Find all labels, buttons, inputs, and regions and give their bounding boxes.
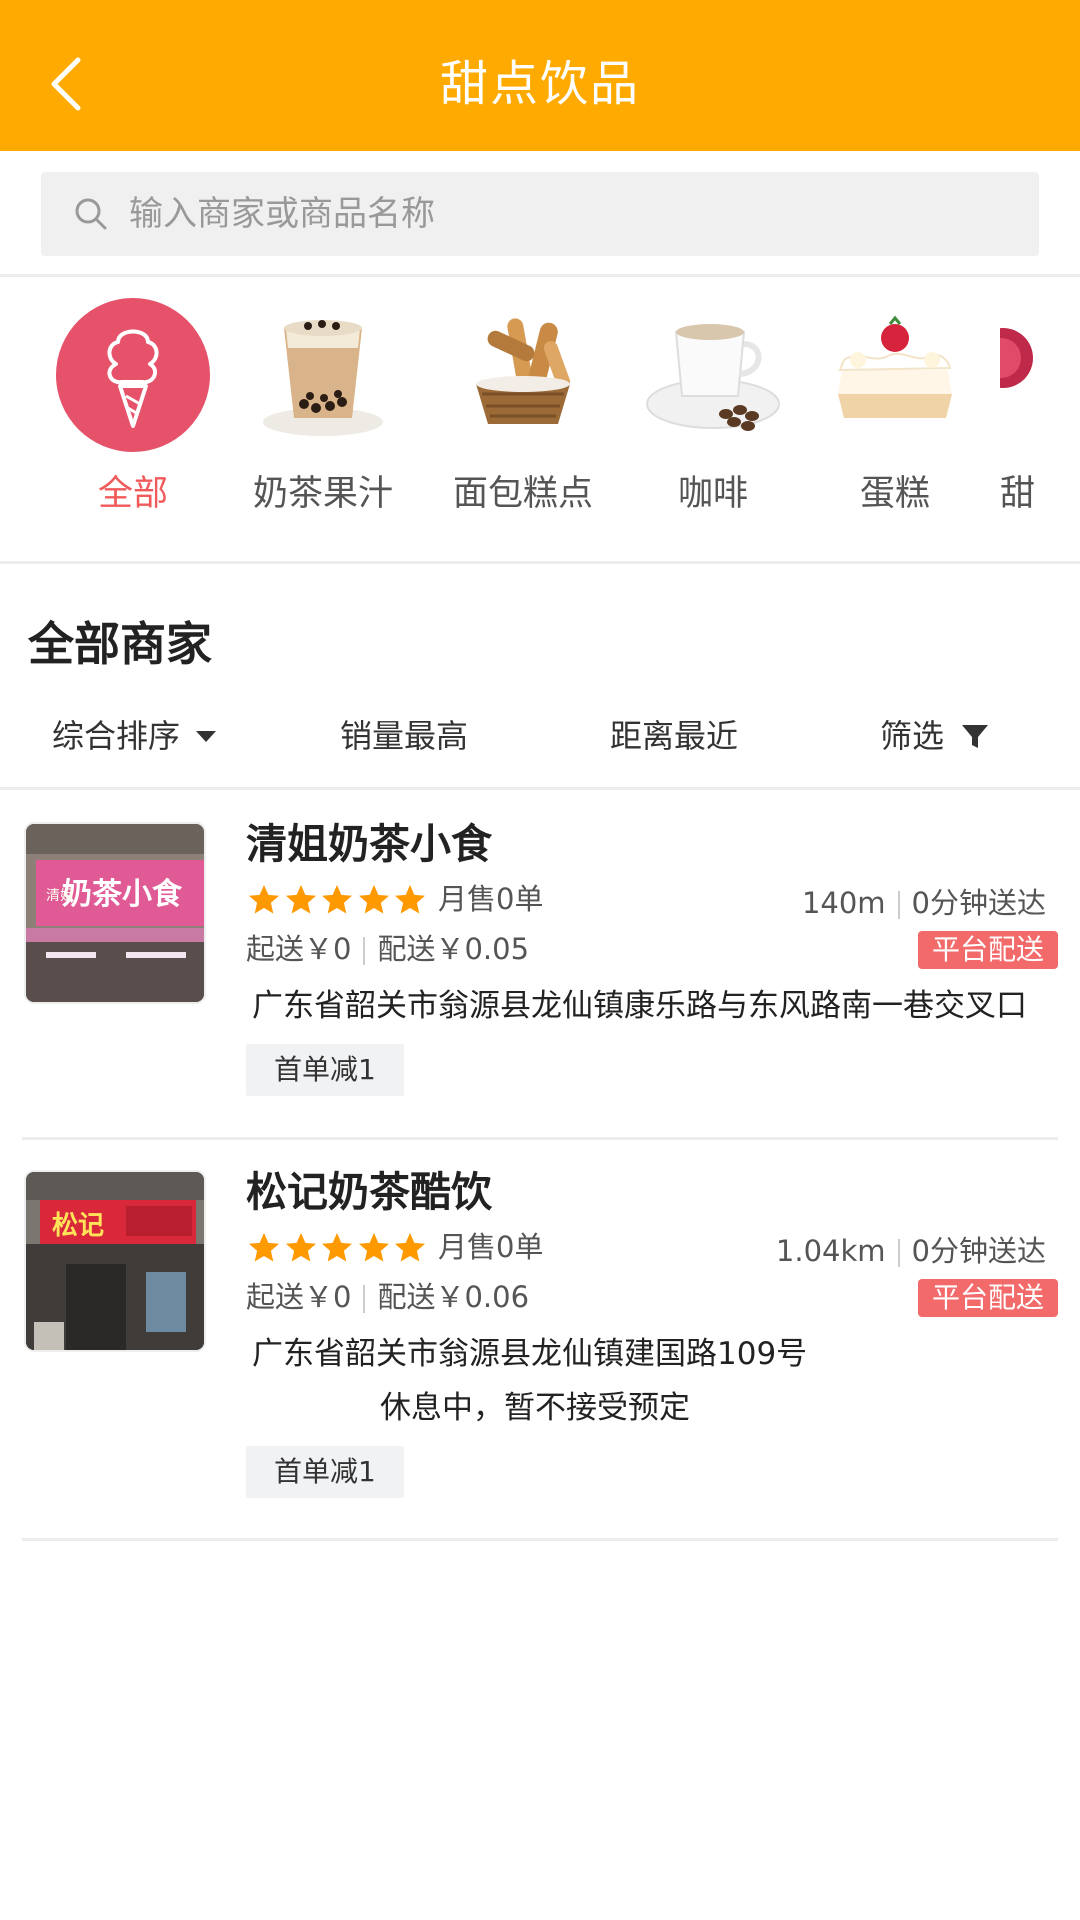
monthly-sales: 月售0单 [438, 1230, 544, 1264]
divider [897, 1239, 900, 1267]
category-label: 咖啡 [677, 474, 748, 514]
filter-label: 筛选 [880, 717, 945, 755]
category-coffee[interactable]: 咖啡 [628, 298, 798, 518]
shop-address: 广东省韶关市翁源县龙仙镇康乐路与东风路南一巷交叉口 [252, 988, 1027, 1024]
category-label: 奶茶果汁 [252, 474, 393, 514]
cake-photo [818, 298, 972, 452]
rating-stars [246, 882, 429, 918]
search-placeholder: 输入商家或商品名称 [129, 194, 435, 234]
category-strip: 全部 奶茶果汁 面包糕点 咖啡 蛋糕 甜 [0, 280, 1080, 564]
distance-value: 140m [801, 886, 886, 920]
shop-sign-small: 清姐 [46, 888, 74, 904]
promo-tag: 首单减1 [246, 1446, 404, 1498]
list-divider [22, 1137, 1058, 1140]
divider [363, 937, 366, 965]
min-order: 起送￥0 [246, 1280, 352, 1314]
rating-stars [246, 1230, 429, 1266]
caret-down-icon [196, 730, 217, 742]
page-title: 甜点饮品 [439, 56, 640, 112]
dessert-photo [1000, 298, 1050, 452]
shop-card[interactable]: 奶茶小食 清姐 清姐奶茶小食 月售0单 140m 0分钟送达 起送￥0 配送￥0.0… [0, 820, 1080, 1096]
filter-button[interactable]: 筛选 [880, 714, 990, 758]
fee-info: 起送￥0 配送￥0.06 [246, 1276, 529, 1318]
category-label: 甜 [1000, 474, 1036, 514]
fee-info: 起送￥0 配送￥0.05 [246, 928, 529, 970]
star-icon [322, 1233, 352, 1262]
promo-tag: 首单减1 [246, 1044, 404, 1096]
shop-photo: 松记 [24, 1170, 206, 1352]
sort-distance[interactable]: 距离最近 [610, 714, 738, 758]
category-label: 面包糕点 [452, 474, 593, 514]
star-icon [395, 885, 425, 914]
shop-status: 休息中，暂不接受预定 [380, 1390, 690, 1426]
delivery-time: 0分钟送达 [911, 1234, 1046, 1268]
shop-name: 松记奶茶酷饮 [246, 1168, 492, 1216]
star-icon [358, 1233, 389, 1262]
star-icon [249, 1233, 279, 1262]
delivery-fee: 配送￥0.06 [377, 1280, 530, 1314]
min-order: 起送￥0 [246, 932, 352, 966]
list-divider [22, 1538, 1058, 1541]
category-dessert[interactable]: 甜 [1000, 298, 1050, 518]
category-all[interactable]: 全部 [48, 298, 218, 518]
bubble-tea-photo [246, 298, 400, 452]
distance-value: 1.04km [775, 1234, 886, 1268]
section-title: 全部商家 [28, 617, 212, 671]
star-icon [285, 885, 316, 914]
sort-sales[interactable]: 销量最高 [340, 714, 468, 758]
delivery-fee: 配送￥0.05 [377, 932, 530, 966]
star-icon [322, 885, 352, 914]
distance-info: 140m 0分钟送达 [802, 882, 1046, 924]
distance-info: 1.04km 0分钟送达 [776, 1230, 1046, 1272]
category-label: 蛋糕 [859, 474, 930, 514]
top-bar: 甜点饮品 [0, 0, 1080, 151]
star-icon [358, 885, 389, 914]
filter-icon [962, 725, 989, 748]
shop-name: 清姐奶茶小食 [246, 820, 492, 868]
delivery-badge: 平台配送 [917, 931, 1058, 969]
sort-comprehensive[interactable]: 综合排序 [52, 714, 217, 758]
sort-label: 销量最高 [340, 717, 469, 755]
shop-address: 广东省韶关市翁源县龙仙镇建国路109号 [252, 1336, 808, 1372]
search-area: 输入商家或商品名称 [0, 151, 1080, 277]
category-milk-tea[interactable]: 奶茶果汁 [238, 298, 408, 518]
divider [363, 1285, 366, 1313]
divider [897, 891, 900, 919]
monthly-sales: 月售0单 [438, 882, 544, 916]
bread-basket-photo [446, 298, 600, 452]
category-cake[interactable]: 蛋糕 [810, 298, 980, 518]
category-bread[interactable]: 面包糕点 [438, 298, 608, 518]
star-icon [395, 1233, 425, 1262]
delivery-badge: 平台配送 [917, 1279, 1058, 1317]
sort-bar: 综合排序 销量最高 距离最近 筛选 [0, 702, 1080, 790]
star-icon [249, 885, 279, 914]
coffee-cup-photo [636, 298, 790, 452]
shop-sign-text: 松记 [52, 1211, 104, 1241]
delivery-time: 0分钟送达 [911, 886, 1046, 920]
shop-photo: 奶茶小食 清姐 [24, 822, 206, 1004]
shop-card[interactable]: 松记 松记奶茶酷饮 月售0单 1.04km 0分钟送达 起送￥0 配送￥0.06 平… [0, 1168, 1080, 1500]
search-input[interactable]: 输入商家或商品名称 [41, 172, 1039, 256]
ice-cream-icon [56, 298, 210, 452]
shop-sign-text: 奶茶小食 [62, 877, 183, 912]
sort-label: 综合排序 [52, 717, 181, 755]
sort-label: 距离最近 [610, 717, 739, 755]
search-icon [75, 198, 107, 230]
category-label: 全部 [97, 474, 168, 514]
star-icon [285, 1233, 316, 1262]
